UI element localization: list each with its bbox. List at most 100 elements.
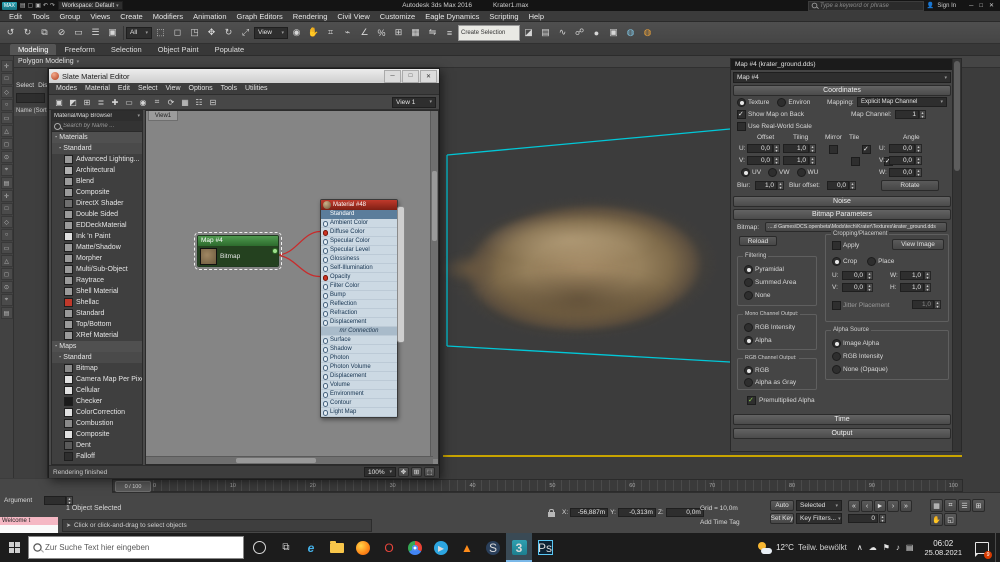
material-slot[interactable]: Photon (321, 354, 397, 363)
toolbar-icon[interactable]: ◳ (186, 24, 203, 41)
action-center-button[interactable]: 9 (969, 533, 995, 562)
key-filters-dropdown[interactable]: Key Filters... (796, 513, 842, 524)
material-slot[interactable]: Environment (321, 390, 397, 399)
show-map-on-back-checkbox[interactable] (737, 110, 746, 119)
slate-titlebar[interactable]: Slate Material Editor ─ □ ✕ (49, 69, 439, 83)
playback-button[interactable]: » (900, 500, 912, 512)
material-slot[interactable]: Self-Illumination (321, 264, 397, 273)
slate-toolbar-icon[interactable]: ⊞ (80, 96, 94, 109)
zoom-region-button[interactable]: ⬚ (424, 467, 435, 477)
taskbar-search-field[interactable]: Zur Suche Text hier eingeben (28, 536, 244, 559)
quick-access-icon[interactable]: ▣ (35, 2, 41, 9)
apply-checkbox[interactable] (832, 241, 841, 250)
side-tool-icon[interactable]: ▭ (0, 112, 13, 124)
browser-list-item[interactable]: - Standard (52, 143, 142, 154)
slot-socket-icon[interactable] (322, 293, 328, 299)
taskbar-app-button[interactable]: e (298, 533, 324, 562)
toolbar-icon[interactable]: ∿ (554, 24, 571, 41)
side-tool-icon[interactable]: ◇ (0, 86, 13, 98)
zoom-extents-button[interactable]: ⊞ (411, 467, 422, 477)
menu-item[interactable]: Customize (375, 12, 420, 21)
window-control-button[interactable]: ✕ (989, 2, 994, 9)
tray-icon[interactable]: ☁ (869, 543, 877, 552)
browser-list-item[interactable]: Blend (52, 176, 142, 187)
window-control-button[interactable]: ─ (969, 3, 973, 9)
jitter-placement-checkbox[interactable] (832, 301, 841, 310)
browser-list-item[interactable]: Checker (52, 396, 142, 407)
browser-list-item[interactable]: DirectX Shader (52, 198, 142, 209)
slot-socket-icon[interactable] (322, 356, 328, 362)
angle-v-spinner[interactable] (915, 156, 922, 165)
taskbar-clock[interactable]: 06:02 25.08.2021 (917, 539, 969, 557)
current-frame-field[interactable]: 0 (848, 514, 878, 523)
toolbar-icon[interactable]: ◉ (288, 24, 305, 41)
menu-item[interactable]: Scripting (484, 12, 523, 21)
toolbar-icon[interactable]: ◪ (520, 24, 537, 41)
browser-list-item[interactable]: Bitmap (52, 363, 142, 374)
menu-item[interactable]: Views (85, 12, 115, 21)
menu-item[interactable]: Modifiers (148, 12, 188, 21)
slot-socket-icon[interactable] (322, 347, 328, 353)
rotate-button[interactable]: Rotate (881, 180, 939, 191)
rollout-noise[interactable]: Noise (733, 196, 951, 207)
toolbar-icon[interactable]: ▦ (407, 24, 424, 41)
side-tool-icon[interactable]: ◻ (0, 138, 13, 150)
ribbon-tab[interactable]: Selection (103, 44, 150, 55)
map-output-socket[interactable] (272, 248, 278, 254)
filtering-radio-option[interactable]: Pyramidal (744, 265, 796, 274)
material-slot[interactable]: Specular Level (321, 246, 397, 255)
playback-button[interactable]: ‹ (861, 500, 873, 512)
playback-button[interactable]: › (887, 500, 899, 512)
scene-explorer-menu-display[interactable]: Display (38, 82, 47, 89)
quick-access-icon[interactable]: ▢ (28, 2, 34, 9)
node-view[interactable]: View1 Map #4 Bitmap Material #48 Standar… (145, 110, 439, 465)
scene-explorer-name-column[interactable]: Name (Sorted Ascending) (14, 107, 47, 116)
material-slot[interactable]: Refraction (321, 309, 397, 318)
toolbar-icon[interactable]: ☍ (571, 24, 588, 41)
alpha-radio-option[interactable]: RGB Intensity (832, 352, 888, 361)
crop-place-radio-option[interactable]: Crop (832, 257, 857, 266)
toolbar-icon[interactable]: ▣ (104, 24, 121, 41)
v-offset-field[interactable]: 0,0 (747, 156, 773, 165)
workspace-selector[interactable]: Workspace: Default (57, 1, 123, 10)
slate-toolbar-icon[interactable]: ⊟ (206, 96, 220, 109)
u-offset-field[interactable]: 0,0 (747, 144, 773, 153)
slot-socket-icon[interactable] (322, 302, 328, 308)
slate-menu-item[interactable]: View (161, 85, 184, 92)
map-node[interactable]: Map #4 Bitmap (194, 232, 282, 270)
side-tool-icon[interactable]: ▤ (0, 307, 13, 319)
toolbar-icon[interactable]: ⌗ (322, 24, 339, 41)
menu-item[interactable]: Tools (27, 12, 55, 21)
browser-header[interactable]: Material/Map Browser ▾ (52, 111, 142, 121)
add-time-tag[interactable]: Add Time Tag (700, 519, 740, 526)
toolbar-icon[interactable]: ⤢ (237, 24, 254, 41)
side-tool-icon[interactable]: ▤ (0, 177, 13, 189)
polygon-modeling-panel[interactable]: Polygon Modeling (18, 58, 74, 65)
slot-socket-icon[interactable] (322, 401, 328, 407)
status-mini-button[interactable]: ⌗ (944, 499, 957, 512)
uvw-radio-option[interactable]: WU (796, 168, 818, 177)
material-slot[interactable]: Displacement (321, 318, 397, 327)
taskbar-app-button[interactable]: 3 (506, 533, 532, 562)
y-coordinate-field[interactable]: -0,313m (617, 508, 656, 517)
scene-explorer-menu-select[interactable]: Select (16, 82, 34, 89)
map-channel-spinner[interactable] (919, 110, 926, 119)
side-tool-icon[interactable]: ⊙ (0, 281, 13, 293)
browser-list-item[interactable]: - Maps (52, 341, 142, 352)
taskbar-app-button[interactable]: Ps (532, 533, 558, 562)
toolbar-icon[interactable]: ↺ (2, 24, 19, 41)
slot-socket-icon[interactable] (322, 365, 328, 371)
material-slot[interactable]: Surface (321, 336, 397, 345)
blur-offset-spinner[interactable] (849, 181, 856, 190)
frame-spinner[interactable] (879, 514, 886, 523)
material-slot[interactable]: Photon Volume (321, 363, 397, 372)
rollout-coordinates[interactable]: Coordinates (733, 85, 951, 96)
crop-u-field[interactable]: 0,0 (842, 271, 866, 280)
side-tool-icon[interactable]: ✛ (0, 60, 13, 72)
v-offset-spinner[interactable] (773, 156, 780, 165)
u-offset-spinner[interactable] (773, 144, 780, 153)
z-coordinate-field[interactable]: 0,0m (665, 508, 704, 517)
material-node[interactable]: Material #48 Standard Ambient Color Diff… (320, 199, 398, 418)
angle-u-field[interactable]: 0,0 (889, 144, 915, 153)
v-tiling-spinner[interactable] (809, 156, 816, 165)
